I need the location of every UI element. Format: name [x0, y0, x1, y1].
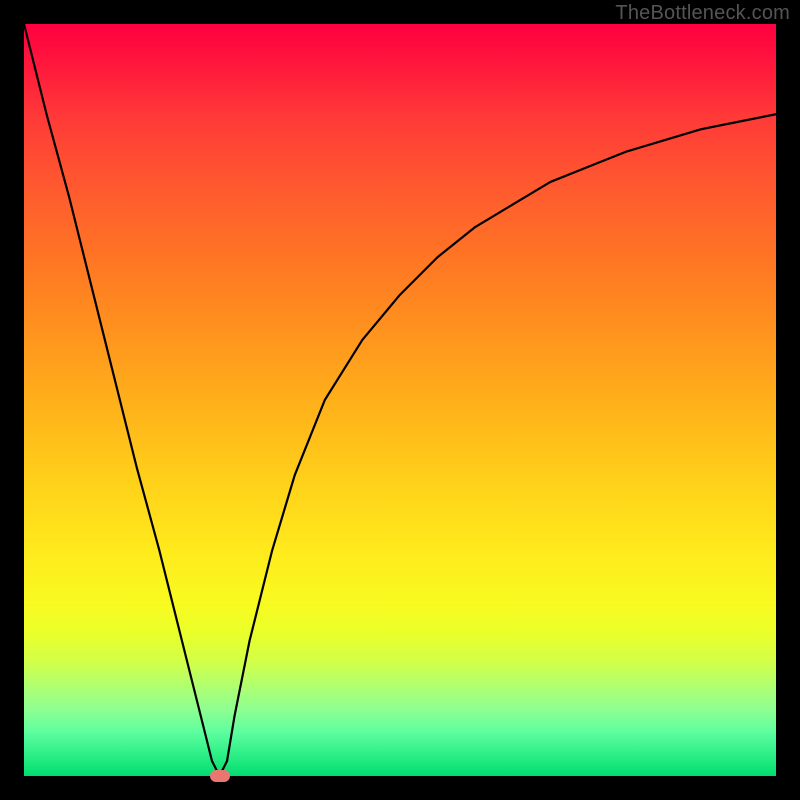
curve-svg: [24, 24, 776, 776]
chart-frame: TheBottleneck.com: [0, 0, 800, 800]
bottleneck-curve: [24, 24, 776, 776]
minimum-marker: [210, 770, 230, 782]
plot-area: [24, 24, 776, 776]
watermark-text: TheBottleneck.com: [615, 2, 790, 25]
